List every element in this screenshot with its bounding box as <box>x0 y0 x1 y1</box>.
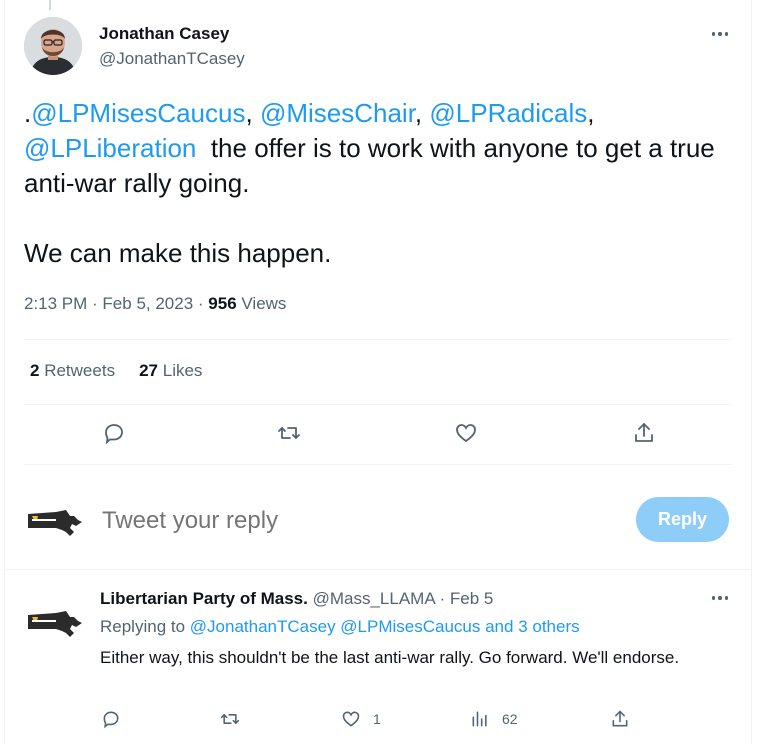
heart-icon[interactable] <box>454 421 482 449</box>
reply-like-count: 1 <box>373 711 381 727</box>
divider <box>24 464 732 465</box>
likes-count: 27 <box>139 361 158 380</box>
engagement-stats: 2 Retweets 27 Likes <box>30 361 202 381</box>
reply-retweet-action[interactable] <box>220 707 240 731</box>
author-handle[interactable]: @JonathanTCasey <box>99 49 245 69</box>
reply-share-action[interactable] <box>610 707 630 731</box>
reply-date[interactable]: Feb 5 <box>450 589 493 608</box>
section-divider <box>4 569 752 570</box>
more-dots-icon[interactable] <box>708 588 732 608</box>
reply-author-handle[interactable]: @Mass_LLAMA <box>313 589 435 608</box>
retweet-icon[interactable] <box>277 421 305 449</box>
more-dots-icon[interactable] <box>708 24 732 44</box>
reply-text: Either way, this shouldn't be the last a… <box>100 648 680 667</box>
separator: , <box>587 98 595 128</box>
views-label: Views <box>241 294 287 313</box>
reply-button[interactable]: Reply <box>636 497 729 542</box>
divider <box>24 404 732 405</box>
heart-icon <box>342 711 360 727</box>
massachusetts-logo-icon <box>28 611 82 637</box>
reply-author-name[interactable]: Libertarian Party of Mass. <box>100 589 308 608</box>
replying-label: Replying to <box>100 617 186 636</box>
likes-label: Likes <box>162 361 203 380</box>
retweets-count: 2 <box>30 361 40 380</box>
reply-views-count: 62 <box>502 711 518 727</box>
reply-author-avatar[interactable] <box>26 603 84 641</box>
views-bar-chart-icon <box>472 711 487 727</box>
reply-header: Libertarian Party of Mass. @Mass_LLAMA ·… <box>100 589 493 609</box>
author-avatar[interactable] <box>24 17 82 75</box>
tweet-meta: 2:13 PM · Feb 5, 2023 · 956 Views <box>24 294 286 314</box>
reply-dot: · <box>439 589 446 608</box>
reply-bubble-icon[interactable] <box>102 421 130 449</box>
reply-compose-input[interactable] <box>102 504 522 538</box>
tweet-time[interactable]: 2:13 PM <box>24 294 87 313</box>
mention-lpradicals[interactable]: @LPRadicals <box>429 98 587 128</box>
mention-lpmisescaucus[interactable]: @LPMisesCaucus <box>31 98 245 128</box>
mention-miseschair[interactable]: @MisesChair <box>260 98 415 128</box>
author-name[interactable]: Jonathan Casey <box>99 24 229 44</box>
reply-bubble-icon <box>103 711 119 729</box>
retweets-stat[interactable]: 2 Retweets <box>30 361 115 381</box>
massachusetts-logo-icon <box>28 510 82 536</box>
share-upload-icon <box>612 710 628 727</box>
share-upload-icon[interactable] <box>632 421 660 449</box>
divider <box>24 339 732 340</box>
avatar-portrait-image <box>24 17 82 75</box>
reply-comment-action[interactable] <box>101 707 121 731</box>
separator: , <box>414 98 430 128</box>
meta-separator: · <box>193 294 209 313</box>
reply-like-action[interactable]: 1 <box>341 707 381 731</box>
tweet-text: .@LPMisesCaucus, @MisesChair, @LPRadical… <box>24 96 744 201</box>
tweet-second-paragraph: We can make this happen. <box>24 238 332 268</box>
user-logo-avatar[interactable] <box>26 502 84 540</box>
thread-connector-line <box>49 0 51 10</box>
replying-to: Replying to @JonathanTCasey @LPMisesCauc… <box>100 617 580 637</box>
separator: , <box>245 98 260 128</box>
likes-stat[interactable]: 27 Likes <box>139 361 202 381</box>
meta-separator: · <box>87 294 103 313</box>
retweets-label: Retweets <box>44 361 116 380</box>
retweet-icon <box>220 714 240 724</box>
mention-lpliberation[interactable]: @LPLiberation <box>24 133 196 163</box>
tweet-date[interactable]: Feb 5, 2023 <box>102 294 193 313</box>
views-count: 956 <box>208 294 237 313</box>
reply-views-action[interactable]: 62 <box>470 707 518 731</box>
replying-to-users[interactable]: @JonathanTCasey @LPMisesCaucus and 3 oth… <box>190 617 580 636</box>
